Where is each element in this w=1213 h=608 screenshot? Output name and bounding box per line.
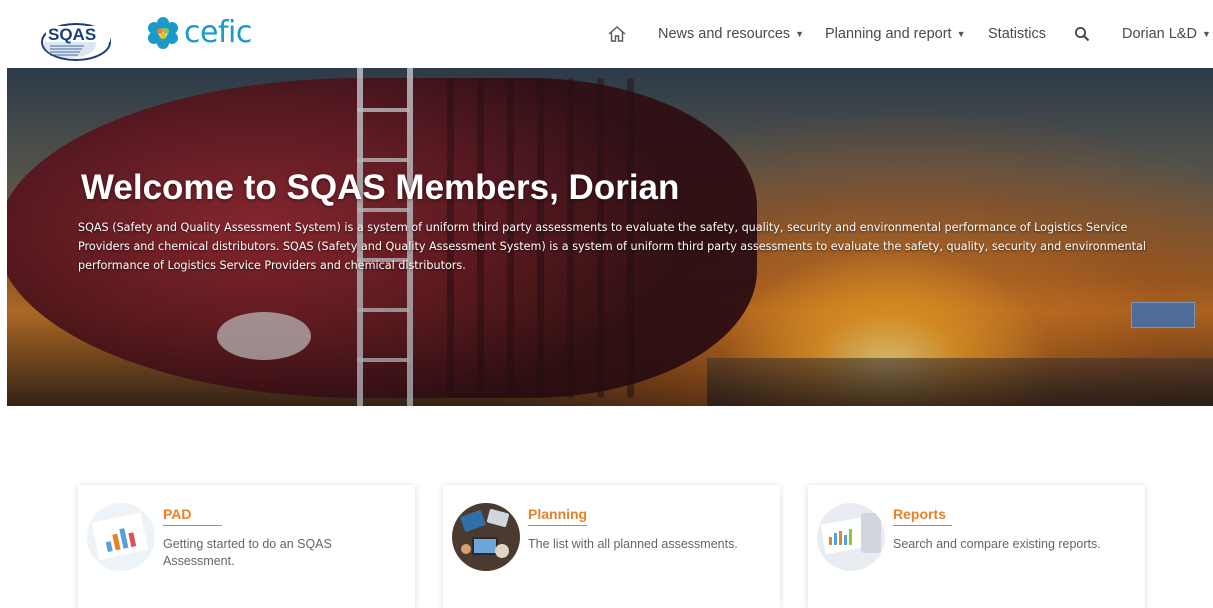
- pad-thumbnail: [87, 503, 155, 571]
- nav-news-label: News and resources: [658, 26, 791, 42]
- search-icon: [1075, 27, 1090, 42]
- card-title: Planning: [528, 506, 588, 522]
- nav-home[interactable]: [606, 0, 628, 68]
- site-header: SQAS cefic News and resources ▼ Planning…: [0, 0, 1213, 68]
- caret-down-icon: ▼: [1201, 29, 1211, 39]
- nav-statistics[interactable]: Statistics: [988, 0, 1046, 68]
- card-pad[interactable]: PAD Getting started to do an SQAS Assess…: [78, 485, 415, 608]
- card-title-underline: [163, 525, 222, 526]
- cefic-logo[interactable]: cefic: [146, 16, 252, 50]
- caret-down-icon: ▼: [795, 29, 805, 39]
- home-icon: [608, 26, 626, 42]
- card-title-underline: [893, 525, 952, 526]
- reports-thumbnail: [817, 503, 885, 571]
- card-title-underline: [528, 525, 587, 526]
- nav-news-and-resources[interactable]: News and resources ▼: [658, 0, 804, 68]
- card-reports[interactable]: Reports Search and compare existing repo…: [808, 485, 1145, 608]
- card-planning[interactable]: Planning The list with all planned asses…: [443, 485, 780, 608]
- cefic-logo-text: cefic: [184, 15, 252, 50]
- card-description: Search and compare existing reports.: [893, 537, 1101, 551]
- nav-planning-label: Planning and report: [825, 26, 952, 42]
- planning-thumbnail: [452, 503, 520, 571]
- hero-banner: Welcome to SQAS Members, Dorian SQAS (Sa…: [7, 68, 1213, 406]
- nav-user-menu[interactable]: Dorian L&D ▼: [1122, 0, 1211, 68]
- cefic-flower-icon: [148, 17, 178, 49]
- caret-down-icon: ▼: [956, 29, 966, 39]
- nav-statistics-label: Statistics: [988, 26, 1047, 42]
- nav-user-label: Dorian L&D: [1122, 26, 1197, 42]
- nav-search[interactable]: [1074, 0, 1090, 68]
- sqas-logo-image: SQAS: [41, 23, 111, 61]
- card-description: Getting started to do an SQAS Assessment…: [163, 537, 332, 568]
- sqas-logo[interactable]: SQAS: [40, 20, 114, 62]
- nav-planning-and-report[interactable]: Planning and report ▼: [825, 0, 966, 68]
- hero-description: SQAS (Safety and Quality Assessment Syst…: [78, 221, 1146, 272]
- hero-title: Welcome to SQAS Members, Dorian: [81, 168, 680, 207]
- card-title: PAD: [163, 506, 192, 522]
- svg-text:SQAS: SQAS: [48, 25, 96, 44]
- card-description: The list with all planned assessments.: [528, 537, 738, 551]
- card-title: Reports: [893, 506, 946, 522]
